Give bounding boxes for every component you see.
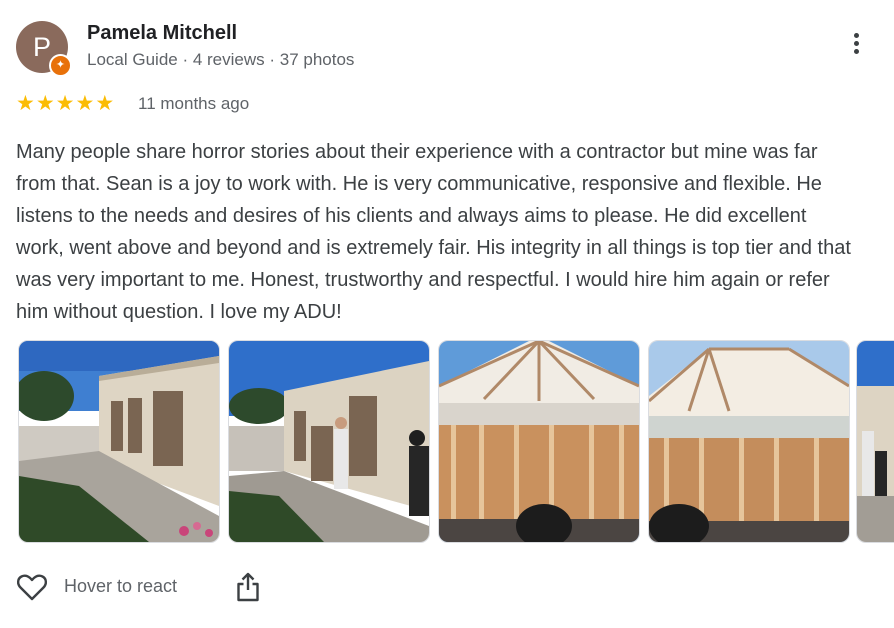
review-photo[interactable] <box>438 340 640 543</box>
heart-outline-icon[interactable] <box>16 572 48 602</box>
review-photo[interactable] <box>18 340 220 543</box>
review-text: Many people share horror stories about t… <box>16 141 851 323</box>
star-icon: ★ <box>16 92 35 115</box>
star-icon: ★ <box>55 92 75 115</box>
local-guide-star-icon: ✦ <box>49 54 72 77</box>
review-photo[interactable] <box>856 340 894 543</box>
review-photo[interactable] <box>648 340 850 543</box>
reviewer-meta: Local Guide · 4 reviews · 37 photos <box>87 50 355 69</box>
star-icon: ★ <box>35 92 55 115</box>
photo-strip <box>18 340 894 543</box>
star-icon: ★ <box>75 92 95 115</box>
react-label[interactable]: Hover to react <box>64 576 177 597</box>
star-rating: ★★★★★ <box>16 93 115 115</box>
share-icon[interactable] <box>236 571 260 603</box>
star-icon: ★ <box>95 92 115 115</box>
more-options-icon[interactable] <box>846 30 866 66</box>
review-photo[interactable] <box>228 340 430 543</box>
avatar-initial: P <box>32 32 51 62</box>
review-time: 11 months ago <box>138 94 250 113</box>
reviewer-name[interactable]: Pamela Mitchell <box>87 22 237 45</box>
